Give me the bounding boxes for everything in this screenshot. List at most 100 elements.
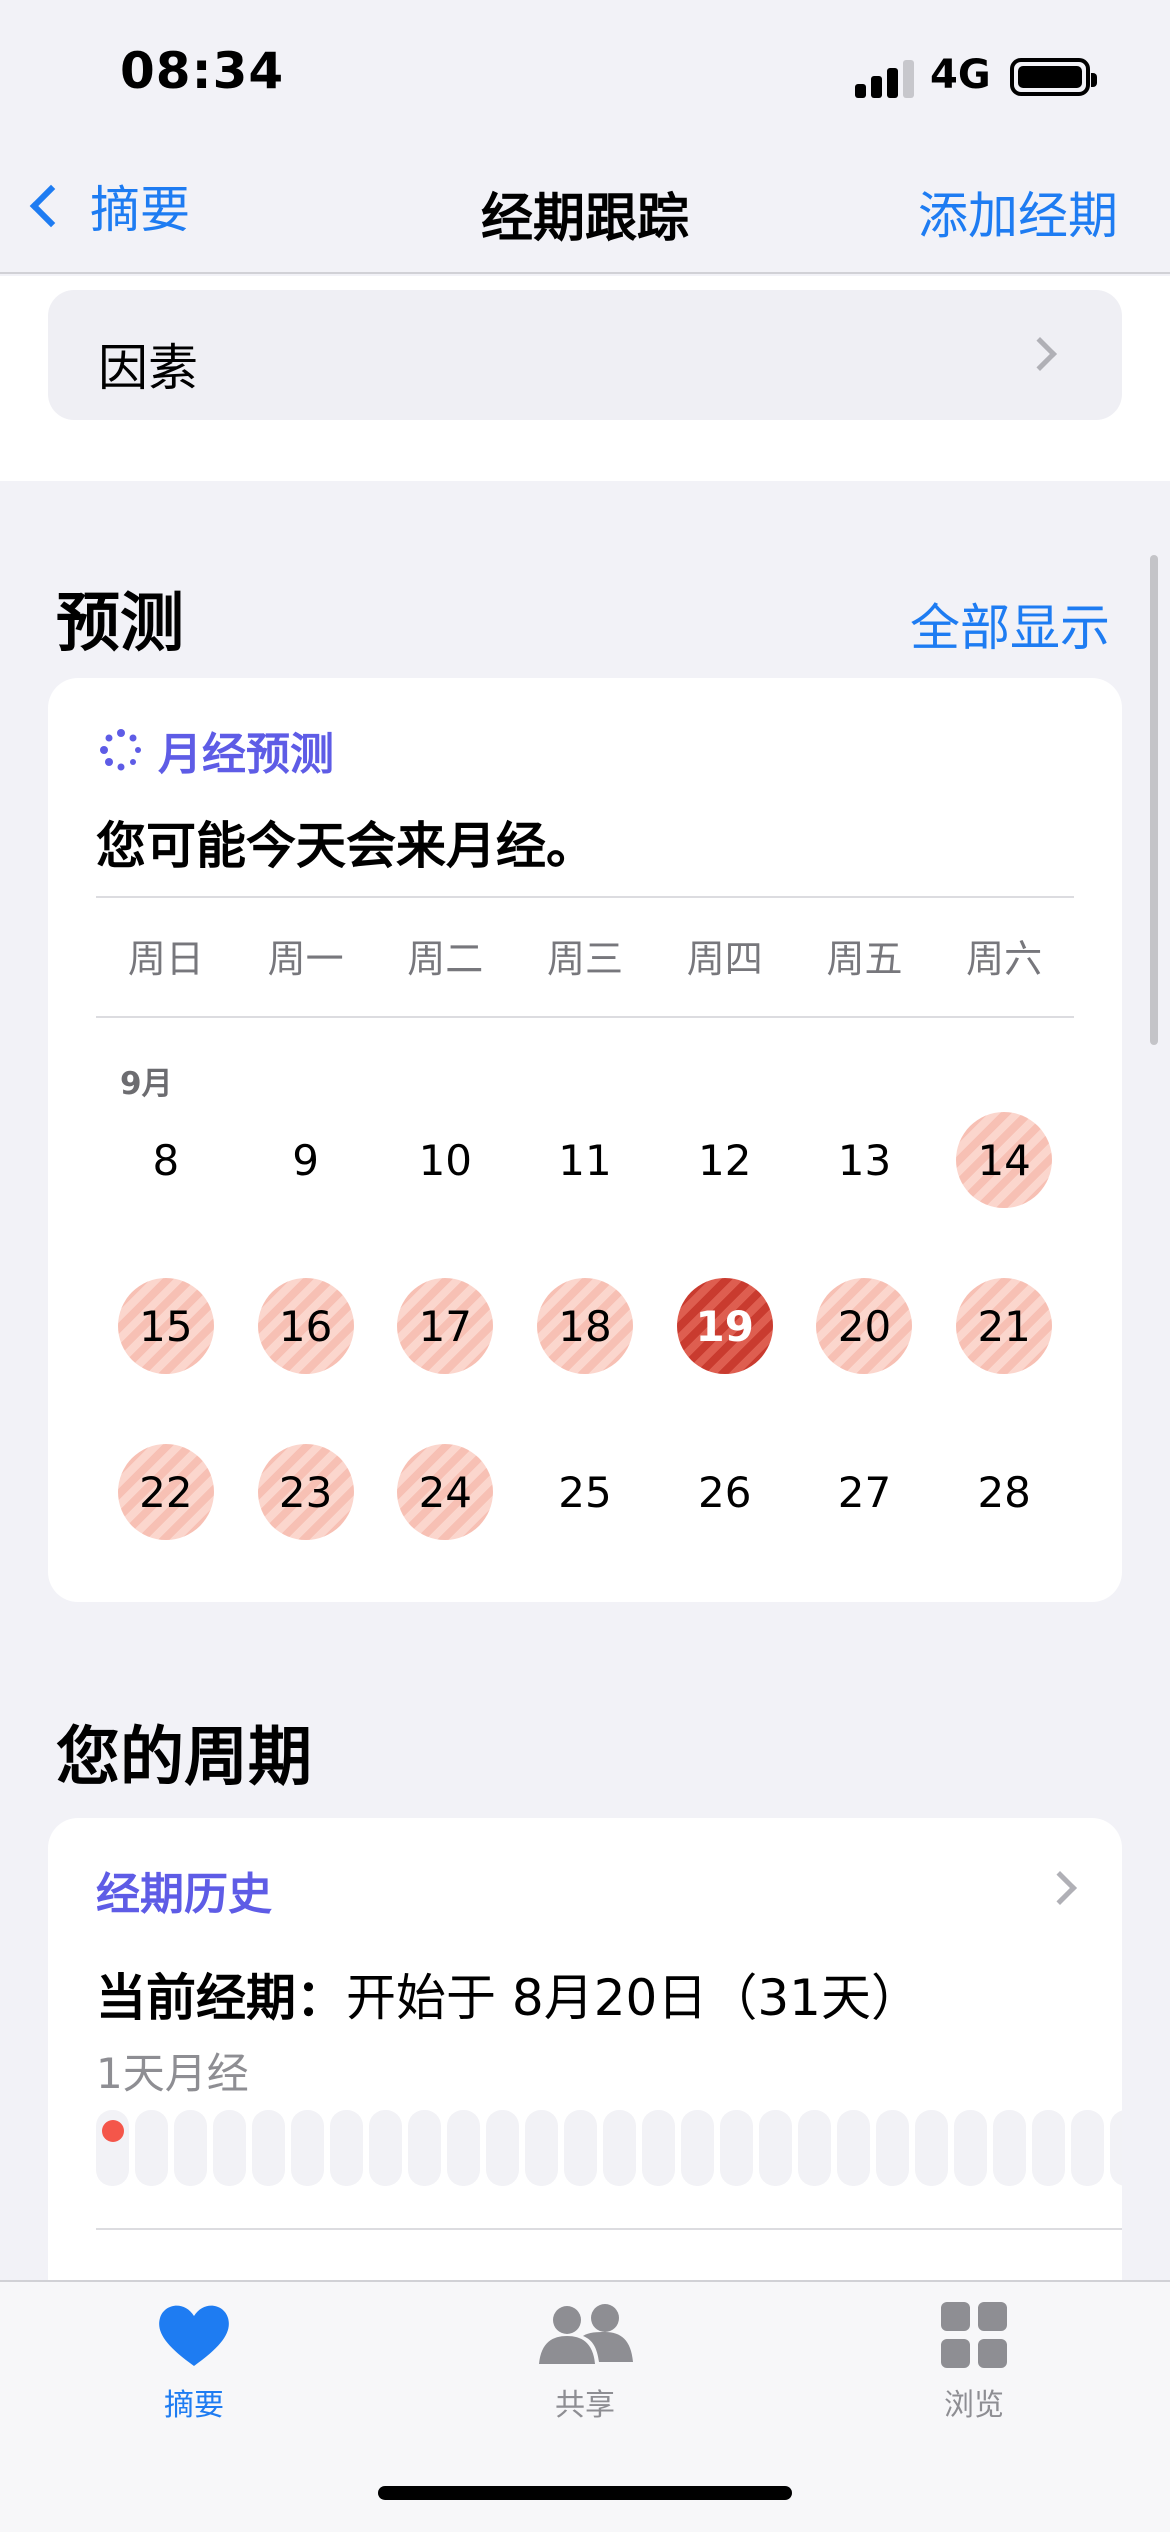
cycle-day-bar bbox=[408, 2110, 441, 2186]
calendar-day-predicted: 23 bbox=[257, 1444, 354, 1540]
calendar-day-today: 19 bbox=[676, 1278, 773, 1374]
people-icon bbox=[539, 2304, 633, 2364]
calendar-day[interactable]: 20 bbox=[795, 1278, 935, 1444]
cycle-day-bar bbox=[954, 2110, 987, 2186]
cycle-day-bar bbox=[525, 2110, 558, 2186]
navigation-bar: 摘要 经期跟踪 添加经期 bbox=[0, 150, 1170, 274]
cellular-signal-icon bbox=[855, 58, 915, 98]
calendar-day-predicted: 24 bbox=[397, 1444, 494, 1540]
month-label: 9月 bbox=[120, 1066, 173, 1102]
prediction-section-title: 预测 bbox=[56, 587, 184, 661]
cycle-day-bar bbox=[603, 2110, 636, 2186]
calendar-day[interactable]: 16 bbox=[236, 1278, 376, 1444]
calendar-day[interactable]: 26 bbox=[655, 1444, 795, 1602]
cycle-day-bar bbox=[720, 2110, 753, 2186]
cycle-section-title: 您的周期 bbox=[56, 1721, 312, 1795]
cycle-day-bar bbox=[252, 2110, 285, 2186]
calendar-day-number: 11 bbox=[558, 1135, 612, 1185]
cycle-day-bar bbox=[798, 2110, 831, 2186]
period-day-dot bbox=[102, 2120, 124, 2142]
cycle-day-bar bbox=[135, 2110, 168, 2186]
network-type: 4G bbox=[930, 52, 991, 98]
calendar-day-number: 10 bbox=[418, 1135, 473, 1185]
calendar-day[interactable]: 8 bbox=[96, 1112, 236, 1278]
calendar-day-predicted: 22 bbox=[117, 1444, 214, 1540]
calendar-day-predicted: 17 bbox=[397, 1278, 494, 1374]
cycle-day-bar bbox=[837, 2110, 870, 2186]
calendar-day[interactable]: 9 bbox=[236, 1112, 376, 1278]
period-length: 1天月经 bbox=[96, 2049, 249, 2098]
scroll-indicator[interactable] bbox=[1150, 555, 1158, 1045]
cycle-day-bar bbox=[915, 2110, 948, 2186]
calendar-day[interactable]: 21 bbox=[934, 1278, 1074, 1444]
calendar-day[interactable]: 27 bbox=[795, 1444, 935, 1602]
calendar-day[interactable]: 25 bbox=[515, 1444, 655, 1602]
calendar-week-row: 15 16 17 18 19 20 21 bbox=[96, 1278, 1074, 1444]
cycle-day-bar bbox=[486, 2110, 519, 2186]
divider bbox=[96, 1016, 1074, 1018]
tab-browse[interactable]: 浏览 bbox=[854, 2302, 1094, 2424]
factors-label: 因素 bbox=[98, 339, 198, 397]
calendar-day[interactable]: 18 bbox=[515, 1278, 655, 1444]
calendar-day-number: 28 bbox=[977, 1467, 1031, 1517]
cycle-day-bar bbox=[993, 2110, 1026, 2186]
calendar-day-number: 25 bbox=[558, 1467, 612, 1517]
calendar-day[interactable]: 11 bbox=[515, 1112, 655, 1278]
divider bbox=[96, 2228, 1122, 2230]
show-all-link[interactable]: 全部显示 bbox=[910, 588, 1110, 660]
tab-sharing[interactable]: 共享 bbox=[465, 2302, 705, 2424]
status-bar: 08:34 4G bbox=[0, 0, 1170, 150]
calendar-day[interactable]: 14 bbox=[934, 1112, 1074, 1278]
prediction-card[interactable]: 月经预测 您可能今天会来月经。 周日 周一 周二 周三 周四 周五 周六 9月 … bbox=[48, 678, 1122, 1602]
calendar-day-predicted: 18 bbox=[537, 1278, 634, 1374]
calendar-day-predicted: 15 bbox=[117, 1278, 214, 1374]
current-period-label: 当前经期： bbox=[96, 1969, 346, 2027]
calendar-day[interactable]: 10 bbox=[375, 1112, 515, 1278]
current-period-value: 开始于 8月20日（31天） bbox=[346, 1969, 921, 2027]
calendar-day[interactable]: 17 bbox=[375, 1278, 515, 1444]
prediction-sparkle-icon bbox=[100, 729, 141, 771]
factors-section: 因素 bbox=[0, 276, 1170, 481]
calendar-week-row: 22 23 24 25 26 27 28 bbox=[96, 1444, 1074, 1602]
cycle-day-bar bbox=[1110, 2110, 1122, 2186]
calendar-day[interactable]: 22 bbox=[96, 1444, 236, 1602]
calendar-day-number: 13 bbox=[837, 1135, 892, 1185]
calendar-day[interactable]: 13 bbox=[795, 1112, 935, 1278]
calendar-day-predicted: 21 bbox=[956, 1278, 1053, 1374]
weekday-header: 周日 周一 周二 周三 周四 周五 周六 bbox=[96, 928, 1074, 983]
weekday-label: 周三 bbox=[547, 937, 624, 981]
tab-label: 共享 bbox=[555, 2388, 615, 2423]
calendar-day[interactable]: 23 bbox=[236, 1444, 376, 1602]
cycle-day-bar bbox=[1032, 2110, 1065, 2186]
cycle-history-card[interactable]: 经期历史 当前经期：开始于 8月20日（31天） 1天月经 bbox=[48, 1818, 1122, 2338]
add-period-button[interactable]: 添加经期 bbox=[918, 176, 1118, 248]
chevron-right-icon bbox=[1043, 1871, 1077, 1905]
cycle-day-bar bbox=[96, 2110, 129, 2186]
weekday-label: 周六 bbox=[966, 937, 1043, 981]
cycle-day-bar bbox=[330, 2110, 363, 2186]
prediction-card-title: 月经预测 bbox=[158, 729, 334, 780]
calendar-grid: 8 9 10 11 12 13 14 15 16 17 18 19 20 21 22 23 24 25 26 27 28 bbox=[96, 1112, 1074, 1602]
status-time: 08:34 bbox=[120, 42, 285, 100]
calendar-day-number: 9 bbox=[292, 1135, 319, 1185]
home-indicator[interactable] bbox=[378, 2486, 792, 2500]
calendar-day-number: 8 bbox=[152, 1135, 180, 1185]
prediction-card-header: 月经预测 bbox=[98, 718, 334, 782]
tab-summary[interactable]: 摘要 bbox=[74, 2302, 314, 2424]
factors-row[interactable]: 因素 bbox=[48, 290, 1122, 420]
calendar-day[interactable]: 15 bbox=[96, 1278, 236, 1444]
calendar-day[interactable]: 12 bbox=[655, 1112, 795, 1278]
calendar-day[interactable]: 24 bbox=[375, 1444, 515, 1602]
calendar-day-number: 26 bbox=[698, 1467, 752, 1517]
weekday-label: 周四 bbox=[686, 937, 763, 981]
cycle-day-bar bbox=[759, 2110, 792, 2186]
cycle-day-bar bbox=[213, 2110, 246, 2186]
calendar-day-predicted: 16 bbox=[257, 1278, 354, 1374]
divider bbox=[96, 896, 1074, 898]
tab-label: 浏览 bbox=[944, 2388, 1004, 2423]
weekday-label: 周日 bbox=[127, 937, 204, 981]
prediction-message: 您可能今天会来月经。 bbox=[96, 817, 596, 875]
cycle-day-bars bbox=[96, 2110, 1122, 2186]
calendar-day[interactable]: 28 bbox=[934, 1444, 1074, 1602]
calendar-day[interactable]: 19 bbox=[655, 1278, 795, 1444]
